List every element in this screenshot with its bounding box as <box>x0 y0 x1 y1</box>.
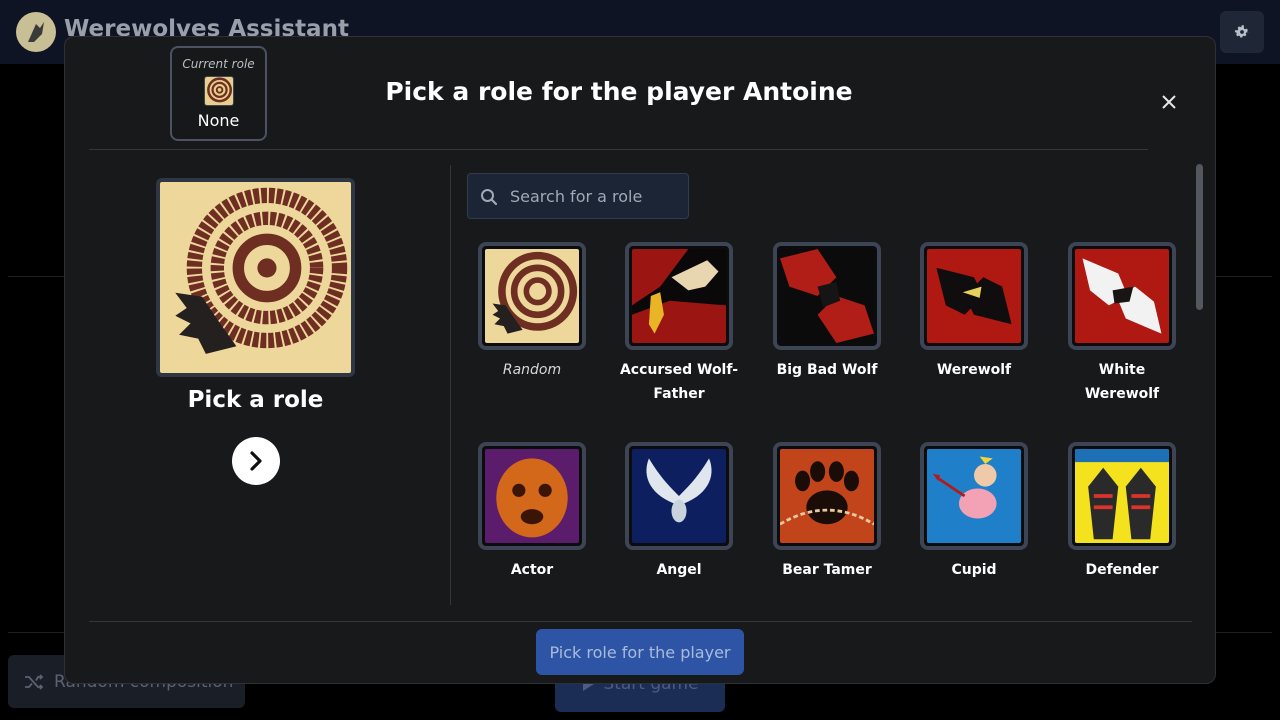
role-card-angel[interactable]: Angel <box>609 442 749 582</box>
close-icon <box>1162 95 1176 109</box>
cupid-icon <box>920 442 1028 550</box>
role-card-bear-tamer[interactable]: Bear Tamer <box>757 442 897 582</box>
role-card-cupid[interactable]: Cupid <box>904 442 1044 582</box>
footer-divider <box>89 621 1192 622</box>
panel-divider <box>450 165 451 605</box>
close-button[interactable] <box>1158 91 1180 113</box>
big-bad-wolf-icon <box>773 242 881 350</box>
gear-icon <box>1234 25 1250 38</box>
search-box <box>467 173 689 219</box>
role-card-white-werewolf[interactable]: White Werewolf <box>1052 242 1192 406</box>
bear-paw-icon <box>773 442 881 550</box>
header-divider <box>89 149 1148 150</box>
role-card-defender[interactable]: Defender <box>1052 442 1192 582</box>
role-card-werewolf[interactable]: Werewolf <box>904 242 1044 382</box>
role-card-actor[interactable]: Actor <box>462 442 602 582</box>
white-werewolf-icon <box>1068 242 1176 350</box>
shuffle-icon <box>25 673 44 690</box>
werewolf-logo-icon <box>16 12 56 52</box>
role-name: Big Bad Wolf <box>776 362 878 378</box>
wolf-father-icon <box>625 242 733 350</box>
role-card-big-bad-wolf[interactable]: Big Bad Wolf <box>757 242 897 382</box>
role-name: Cupid <box>951 562 997 578</box>
werewolf-icon <box>920 242 1028 350</box>
selected-role-image <box>156 178 355 377</box>
current-role-value: None <box>197 111 240 130</box>
settings-button[interactable] <box>1220 11 1264 53</box>
role-card-accursed-wolf-father[interactable]: Accursed Wolf-Father <box>609 242 749 406</box>
role-picker-modal: Current role None Pick a role for the pl… <box>64 36 1216 684</box>
role-name: Accursed Wolf-Father <box>619 362 739 402</box>
role-card-random[interactable]: Random <box>462 242 602 382</box>
role-name: Actor <box>510 562 554 578</box>
selected-role-name: Pick a role <box>187 387 324 413</box>
role-name: Werewolf <box>936 362 1012 378</box>
defender-icon <box>1068 442 1176 550</box>
angel-wings-icon <box>625 442 733 550</box>
role-name: White Werewolf <box>1084 362 1160 402</box>
spiral-icon <box>478 242 586 350</box>
pick-role-button[interactable]: Pick role for the player <box>536 629 744 675</box>
role-name: Defender <box>1085 562 1159 578</box>
roles-scrollbar[interactable] <box>1196 164 1203 310</box>
search-input[interactable] <box>510 174 682 218</box>
role-name: Bear Tamer <box>782 562 872 578</box>
current-role-label: Current role <box>182 57 255 71</box>
actor-mask-icon <box>478 442 586 550</box>
modal-title: Pick a role for the player Antoine <box>385 77 853 106</box>
search-icon <box>481 189 498 206</box>
next-role-button[interactable] <box>232 437 280 485</box>
role-name: Random <box>502 362 562 378</box>
role-name: Angel <box>656 562 702 578</box>
pick-role-label: Pick role for the player <box>549 642 731 662</box>
chevron-right-icon <box>250 451 262 471</box>
